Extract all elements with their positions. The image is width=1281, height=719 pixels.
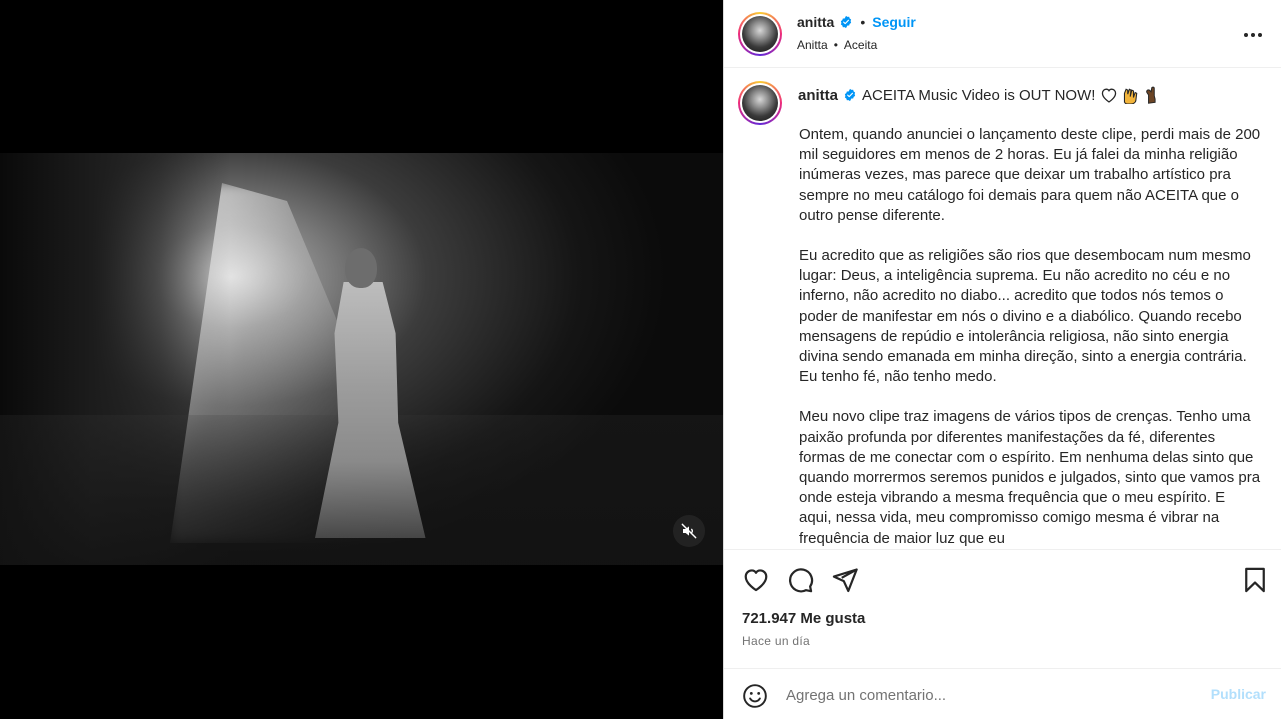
more-horizontal-icon [1244,33,1262,37]
mute-button[interactable] [673,515,705,547]
audio-info[interactable]: Anitta • Aceita [797,38,916,52]
bookmark-icon[interactable] [1241,566,1269,594]
caption-username[interactable]: anitta [798,87,838,104]
send-icon[interactable] [831,566,859,594]
verified-badge-icon [844,88,856,102]
audio-artist[interactable]: Anitta [797,38,828,52]
caption-avatar[interactable] [738,81,782,125]
post-sidebar: anitta • Seguir Anitta • Aceita anitta A… [723,0,1281,719]
heart-icon[interactable] [742,566,770,594]
verified-badge-icon [841,15,852,29]
caption-paragraph: Ontem, quando anunciei o lançamento dest… [799,126,1261,224]
video-player[interactable] [0,153,723,565]
post-time[interactable]: Hace un día [742,634,810,648]
raising-hands-icon [1124,88,1138,104]
publish-button[interactable]: Publicar [1211,686,1266,702]
action-bar [724,549,1281,606]
caption-body: Ontem, quando anunciei o lançamento dest… [799,125,1261,549]
pinched-hand-icon [1146,86,1156,104]
caption-paragraph: Meu novo clipe traz imagens de vários ti… [799,408,1261,547]
caption-header: anitta ACEITA Music Video is OUT NOW! [798,86,1268,104]
separator-dot: • [833,38,838,52]
comment-input[interactable] [786,681,1186,709]
caption-title: ACEITA Music Video is OUT NOW! [862,86,1096,104]
follow-button[interactable]: Seguir [872,14,916,30]
media-panel [0,0,723,719]
likes-count[interactable]: 721.947 Me gusta [742,610,865,627]
white-heart-icon [1102,88,1117,103]
username[interactable]: anitta [797,14,834,30]
comment-bar: Publicar [724,668,1281,719]
comment-icon[interactable] [786,566,814,594]
caption-paragraph: Eu acredito que as religiões são rios qu… [799,247,1251,386]
speaker-muted-icon [681,523,697,539]
post-modal: anitta • Seguir Anitta • Aceita anitta A… [0,0,1281,719]
caption-area[interactable]: anitta ACEITA Music Video is OUT NOW! On… [724,69,1281,549]
video-figure [315,248,445,538]
separator-dot: • [860,14,866,30]
more-options-button[interactable] [1242,24,1264,46]
post-header: anitta • Seguir Anitta • Aceita [724,0,1281,68]
audio-song[interactable]: Aceita [844,38,877,52]
avatar[interactable] [738,12,782,56]
caption-emojis [1100,86,1158,104]
header-meta: anitta • Seguir Anitta • Aceita [797,14,916,52]
emoji-icon[interactable] [742,683,768,709]
